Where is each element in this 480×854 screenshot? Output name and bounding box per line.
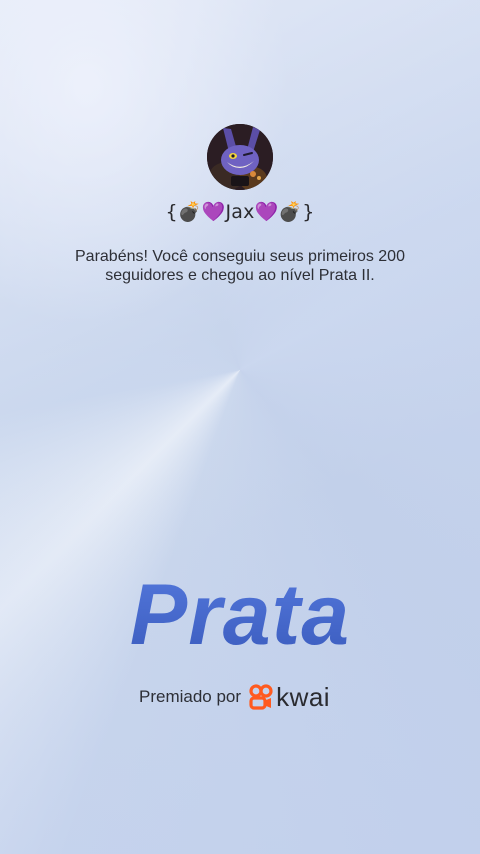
level-title: Prata	[0, 566, 480, 665]
achievement-message: Parabéns! Você conseguiu seus primeiros …	[75, 248, 405, 284]
awarded-by-label: Premiado por	[139, 687, 242, 706]
kwai-icon	[249, 684, 273, 710]
kwai-brand-name: kwai	[276, 682, 331, 712]
avatar	[207, 124, 273, 190]
kwai-logo: kwai	[249, 684, 330, 710]
username: {💣💜Jax💜💣}	[165, 201, 315, 223]
awarded-by: Premiado por kwai	[139, 681, 330, 713]
jax-avatar-icon	[207, 124, 273, 190]
